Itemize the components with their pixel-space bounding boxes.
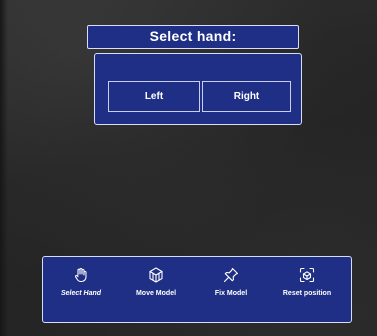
reset-position-label: Reset position <box>282 290 332 297</box>
bottom-toolbar: Select Hand Move Model Fix Model Reset p… <box>42 256 352 323</box>
pin-icon <box>223 267 239 283</box>
right-hand-button[interactable]: Right <box>202 81 291 112</box>
ar-scene: Select hand: Left Right Select Hand Move… <box>0 0 377 336</box>
cube-move-icon <box>148 267 164 283</box>
select-hand-label: Select Hand <box>60 290 102 297</box>
fix-model-button[interactable]: Fix Model <box>195 267 267 317</box>
scene-edge-shadow <box>0 0 8 336</box>
reset-position-button[interactable]: Reset position <box>271 267 343 317</box>
move-model-label: Move Model <box>135 290 177 297</box>
select-hand-button[interactable]: Select Hand <box>45 267 117 317</box>
move-model-button[interactable]: Move Model <box>120 267 192 317</box>
left-hand-button[interactable]: Left <box>108 81 200 112</box>
hand-selection-panel: Left Right <box>94 53 302 125</box>
select-hand-title: Select hand: <box>87 25 299 49</box>
reset-scan-icon <box>299 267 315 283</box>
fix-model-label: Fix Model <box>214 290 248 297</box>
hand-icon <box>73 267 89 283</box>
